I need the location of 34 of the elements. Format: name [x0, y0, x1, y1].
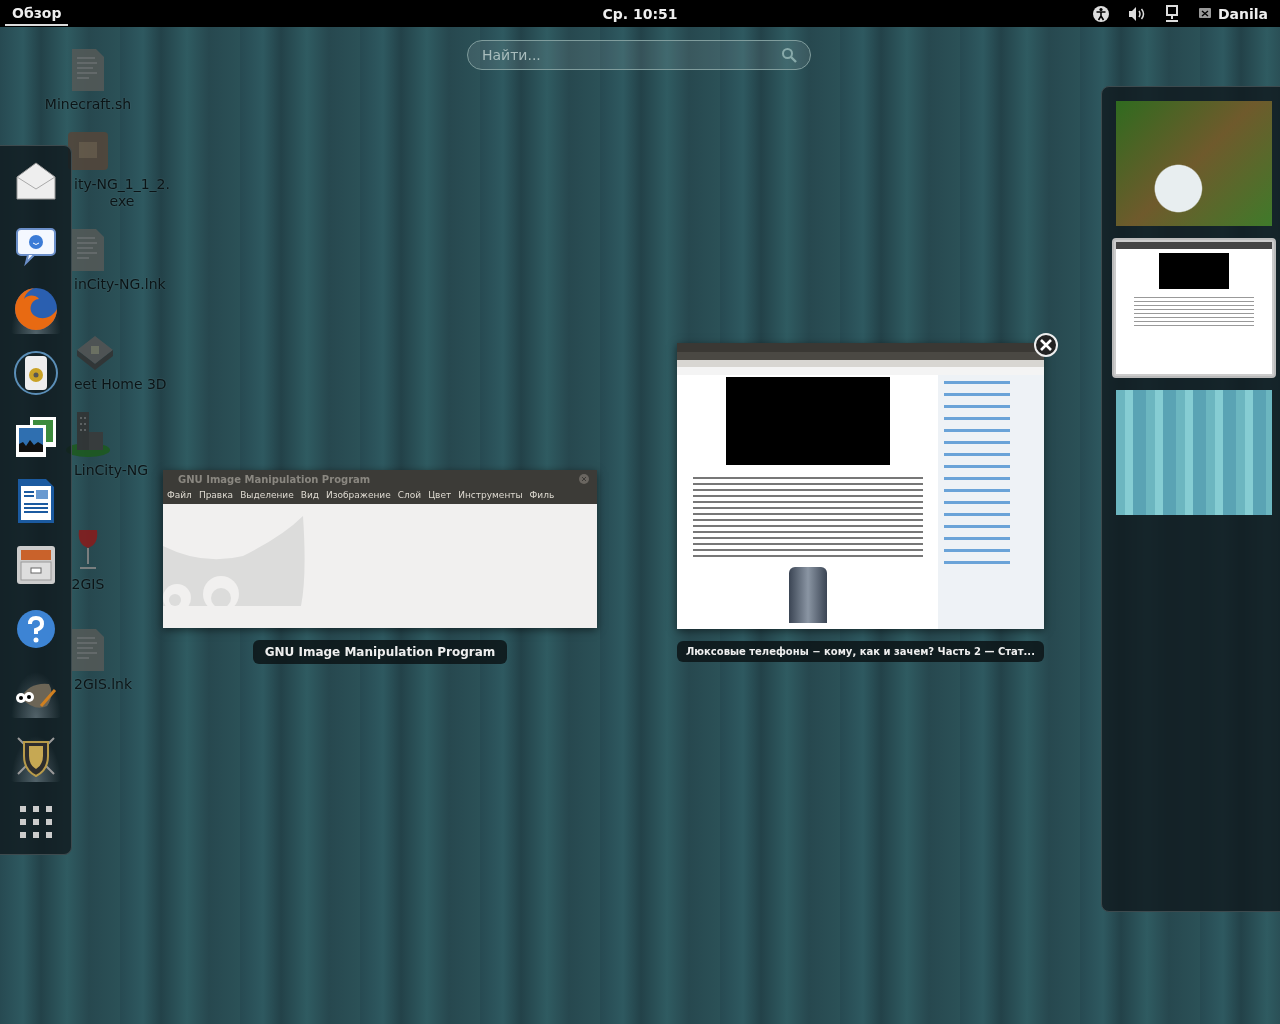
chat-status-icon[interactable] [1197, 6, 1212, 21]
window-caption: GNU Image Manipulation Program [252, 640, 508, 664]
file-icon[interactable] [70, 228, 106, 272]
document-icon [15, 478, 56, 524]
workspace-thumbnail[interactable] [1112, 238, 1276, 378]
menu-item[interactable]: Выделение [240, 490, 294, 500]
window-caption: Люксовые телефоны − кому, как и зачем? Часть 2 — Стат... [677, 641, 1044, 662]
volume-icon[interactable] [1127, 5, 1146, 22]
window-preview[interactable]: GNU Image Manipulation Program Файл Правка Выделение Вид Изображение Слой Цвет Инструменты Филь [163, 470, 597, 628]
menu-item[interactable]: Инструменты [458, 490, 523, 500]
browser-window-preview[interactable] [677, 343, 1044, 629]
close-button[interactable] [1034, 333, 1058, 357]
search-field[interactable]: Найти... [467, 40, 811, 70]
user-menu[interactable]: Danila [1217, 5, 1268, 22]
menu-item[interactable]: Слой [397, 490, 422, 500]
search-icon [781, 47, 797, 63]
close-icon [579, 474, 589, 484]
accessibility-icon[interactable] [1091, 4, 1110, 23]
menu-item[interactable]: Правка [198, 490, 234, 500]
menu-item[interactable]: Цвет [428, 490, 452, 500]
network-icon[interactable] [1163, 4, 1180, 23]
activities-button[interactable]: Обзор [5, 1, 69, 26]
show-apps-icon[interactable] [19, 806, 52, 838]
file-icon[interactable] [70, 628, 106, 672]
help-icon [14, 608, 57, 650]
menu-item[interactable]: Вид [300, 490, 319, 500]
menu-item[interactable]: Филь [529, 490, 555, 500]
speaker-icon [13, 351, 58, 395]
menu-item[interactable]: Файл [167, 490, 192, 500]
photos-icon [13, 415, 58, 459]
close-icon [1039, 338, 1053, 352]
clock[interactable]: Ср. 10:51 [602, 5, 678, 22]
menu-item[interactable]: Изображение [326, 490, 391, 500]
window-title: GNU Image Manipulation Program [178, 473, 371, 485]
